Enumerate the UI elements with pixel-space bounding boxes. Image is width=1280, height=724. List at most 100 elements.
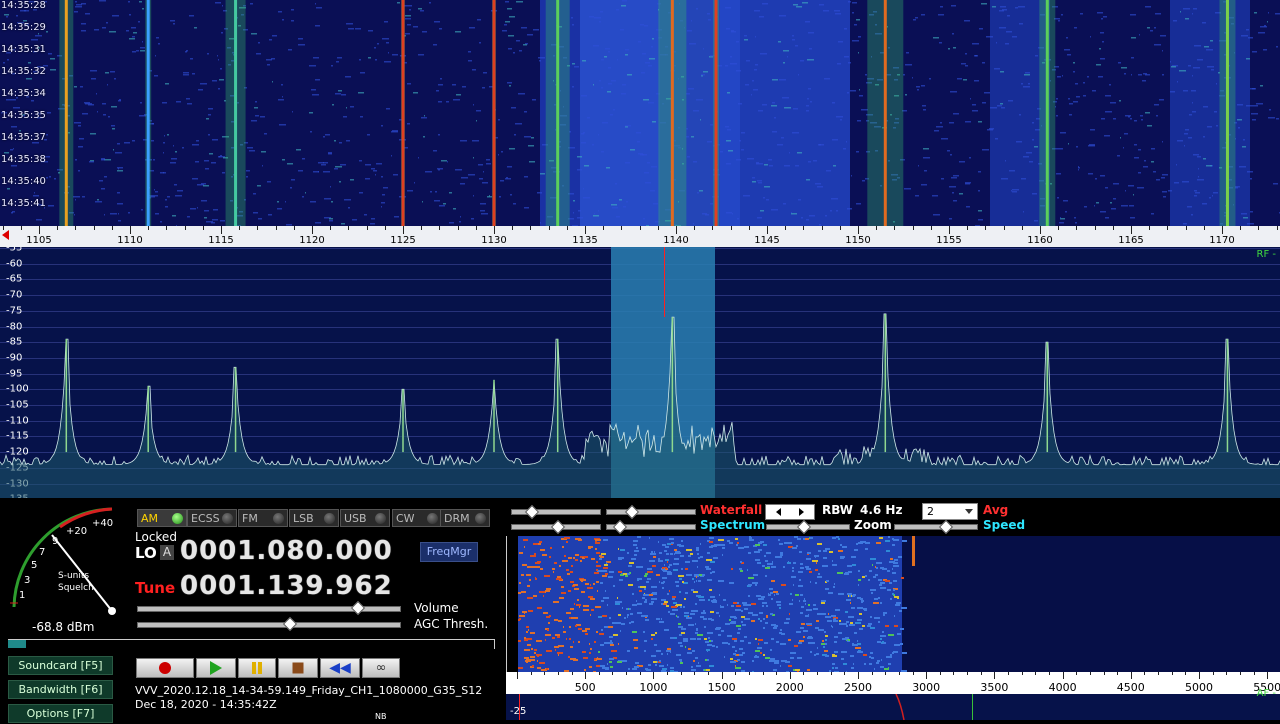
- af-tick: [1267, 672, 1269, 679]
- af-waterfall-speckle: [583, 657, 588, 659]
- af-waterfall-speckle: [880, 666, 884, 668]
- af-waterfall-speckle: [760, 652, 762, 654]
- waterfall-speckle: [1133, 194, 1134, 196]
- af-waterfall-speckle: [793, 669, 795, 671]
- zoom-right-icon[interactable]: [799, 508, 804, 516]
- tune-frequency[interactable]: 0001.139.962: [180, 571, 393, 601]
- frequency-tick: [239, 226, 241, 230]
- af-waterfall-speckle: [605, 668, 609, 670]
- af-waterfall-speckle: [807, 637, 813, 639]
- record-button[interactable]: [136, 658, 194, 678]
- af-waterfall-speckle: [663, 570, 666, 572]
- zoom-stepper[interactable]: [765, 504, 815, 520]
- lo-source-badge[interactable]: A: [160, 545, 174, 560]
- af-waterfall-speckle: [617, 597, 618, 599]
- frequency-tick: [985, 226, 987, 230]
- mode-button-am[interactable]: AM: [137, 509, 187, 527]
- squelch-bar[interactable]: [8, 639, 495, 649]
- options-button[interactable]: Options [F7]: [8, 704, 113, 723]
- zoom-left-icon[interactable]: [776, 508, 781, 516]
- waterfall-speckle: [965, 121, 971, 123]
- waterfall-speckle: [923, 109, 926, 111]
- mode-button-ecss[interactable]: ECSS: [187, 509, 237, 527]
- main-waterfall[interactable]: 14:35:28 14:35:29 14:35:31 14:35:32 14:35:34…: [0, 0, 1280, 226]
- avg-select[interactable]: 2: [922, 503, 978, 520]
- af-spectrum[interactable]: 0 dB -25 AF -: [506, 686, 1280, 721]
- waterfall-speckle: [1019, 114, 1021, 116]
- af-waterfall-speckle: [522, 564, 527, 566]
- speed-slider-thumb[interactable]: [938, 519, 954, 535]
- bandwidth-button[interactable]: Bandwidth [F6]: [8, 680, 113, 699]
- waterfall-contrast-thumb[interactable]: [524, 504, 540, 520]
- af-waterfall-speckle: [659, 581, 660, 583]
- waterfall-speckle: [619, 199, 622, 201]
- mode-button-cw[interactable]: CW: [392, 509, 442, 527]
- waterfall-speckle: [989, 128, 994, 130]
- af-waterfall-speckle: [834, 651, 838, 653]
- af-waterfall-speckle: [727, 604, 728, 606]
- waterfall-speckle: [783, 203, 786, 205]
- waterfall-speckle: [940, 6, 943, 8]
- af-waterfall-speckle: [817, 647, 818, 649]
- mode-button-lsb[interactable]: LSB: [289, 509, 339, 527]
- af-waterfall-speckle: [799, 600, 800, 602]
- af-waterfall-speckle: [718, 539, 724, 541]
- waterfall-speckle: [117, 203, 123, 205]
- rf-spectrum[interactable]: -55 -60 -65 -70 -75 -80 -85 -90 -95 -100 -105 -110-…: [0, 247, 1280, 498]
- waterfall-speckle: [783, 50, 789, 52]
- af-waterfall-speckle: [749, 537, 752, 539]
- waterfall-speckle: [269, 39, 272, 41]
- af-waterfall-speckle: [607, 663, 608, 665]
- waterfall-speckle: [856, 203, 858, 205]
- af-waterfall-speckle: [758, 643, 759, 645]
- mode-button-fm[interactable]: FM: [238, 509, 288, 527]
- af-tick: [1103, 672, 1105, 675]
- spectrum-brightness-thumb[interactable]: [612, 519, 628, 535]
- frequency-scale[interactable]: 1105 1110 1115 1120 1125 1130 1135 1140 1145 1150…: [0, 226, 1280, 247]
- frequency-tick: [748, 226, 750, 230]
- mode-button-drm[interactable]: DRM: [440, 509, 490, 527]
- agc-slider[interactable]: [137, 622, 401, 628]
- soundcard-button[interactable]: Soundcard [F5]: [8, 656, 113, 675]
- waterfall-speckle: [33, 195, 39, 197]
- agc-slider-thumb[interactable]: [282, 616, 298, 632]
- speed-label: Speed: [983, 518, 1026, 532]
- lo-frequency[interactable]: 0001.080.000: [180, 536, 393, 566]
- rewind-button[interactable]: ◀◀: [320, 658, 360, 678]
- waterfall-speckle: [693, 161, 697, 163]
- play-button[interactable]: [196, 658, 236, 678]
- spectrum-contrast-thumb[interactable]: [550, 519, 566, 535]
- af-waterfall-speckle: [774, 660, 779, 662]
- af-waterfall-speckle: [847, 565, 852, 567]
- af-waterfall-speckle: [569, 638, 571, 640]
- af-waterfall-speckle: [648, 664, 651, 666]
- af-waterfall-speckle: [652, 565, 656, 567]
- waterfall-speckle: [1187, 206, 1192, 208]
- scroll-left-arrow-icon[interactable]: [2, 230, 9, 240]
- af-waterfall-speckle: [837, 572, 843, 574]
- volume-slider-thumb[interactable]: [351, 600, 366, 616]
- af-frequency-scale[interactable]: 500 1000 1500 2000 2500 3000 3500 4000 4500 5000 5…: [506, 672, 1280, 694]
- af-waterfall-speckle: [768, 594, 771, 596]
- af-waterfall-speckle: [569, 617, 571, 619]
- loop-button[interactable]: ∞: [362, 658, 400, 678]
- speed-slider[interactable]: [894, 524, 978, 530]
- waterfall-speckle: [578, 210, 581, 212]
- waterfall-speckle: [31, 100, 34, 102]
- af-waterfall[interactable]: [517, 536, 1280, 672]
- waterfall-brightness-slider[interactable]: [606, 509, 696, 515]
- freqmgr-button[interactable]: FreqMgr: [420, 542, 478, 562]
- zoom-slider-thumb[interactable]: [796, 519, 812, 535]
- waterfall-speckle: [433, 150, 437, 152]
- waterfall-speckle: [1202, 22, 1206, 24]
- af-waterfall-speckle: [699, 599, 700, 601]
- waterfall-speckle: [277, 208, 282, 210]
- waterfall-brightness-thumb[interactable]: [624, 504, 640, 520]
- pause-button[interactable]: [238, 658, 276, 678]
- mode-button-usb[interactable]: USB: [340, 509, 390, 527]
- af-waterfall-speckle: [661, 653, 663, 655]
- stop-button[interactable]: [278, 658, 318, 678]
- waterfall-speckle: [1062, 75, 1063, 77]
- mode-led-icon: [172, 513, 183, 524]
- af-waterfall-speckle: [602, 667, 604, 669]
